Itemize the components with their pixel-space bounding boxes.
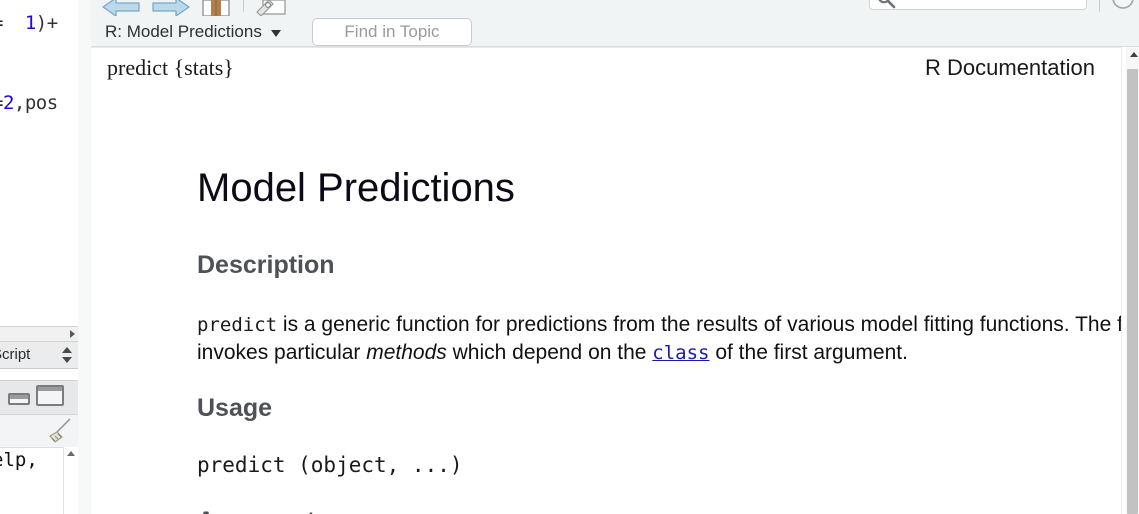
section-heading-description: Description bbox=[197, 251, 335, 279]
back-arrow-icon[interactable] bbox=[99, 0, 143, 16]
help-pane: R: Model Predictions Find in Topic predi… bbox=[91, 0, 1139, 514]
inline-code-predict: predict bbox=[197, 314, 278, 336]
topic-dropdown-label: R: Model Predictions bbox=[105, 22, 262, 41]
class-link[interactable]: class bbox=[652, 342, 709, 364]
code-line[interactable]: ) bbox=[0, 142, 3, 164]
description-text-3: of the first argument. bbox=[709, 341, 908, 364]
forward-arrow-icon[interactable] bbox=[149, 0, 193, 16]
help-toolbar bbox=[91, 0, 1139, 19]
pane-divider[interactable] bbox=[78, 0, 91, 514]
console-vertical-scrollbar[interactable] bbox=[63, 447, 78, 514]
editor-horizontal-scrollbar[interactable] bbox=[0, 326, 78, 342]
stepper-icon[interactable] bbox=[62, 346, 72, 364]
help-document-content: predict {stats} R Documentation Model Pr… bbox=[91, 48, 1139, 514]
help-circle-icon[interactable] bbox=[1111, 0, 1135, 10]
scrollbar-thumb[interactable] bbox=[1127, 69, 1138, 514]
minimize-pane-icon[interactable] bbox=[8, 393, 30, 405]
search-icon bbox=[878, 0, 896, 9]
doc-header-source: R Documentation bbox=[925, 55, 1095, 80]
code-text: = bbox=[0, 12, 25, 34]
usage-code-block: predict (object, ...) bbox=[197, 453, 463, 477]
code-punct: ,pos bbox=[13, 92, 58, 114]
scroll-up-arrow-icon[interactable] bbox=[1130, 52, 1138, 57]
up-arrow-icon[interactable] bbox=[67, 451, 75, 456]
code-number: 2 bbox=[2, 92, 14, 114]
search-box[interactable] bbox=[869, 0, 1087, 10]
help-vertical-scrollbar[interactable] bbox=[1121, 47, 1139, 514]
code-line[interactable]: =2,pos bbox=[0, 92, 58, 114]
code-number: 1 bbox=[24, 12, 36, 34]
home-book-icon[interactable] bbox=[199, 0, 233, 16]
find-in-topic-input[interactable]: Find in Topic bbox=[312, 18, 472, 46]
help-document-area[interactable]: predict {stats} R Documentation Model Pr… bbox=[91, 47, 1139, 514]
description-paragraph: predict is a generic function for predic… bbox=[197, 311, 1139, 367]
section-heading-usage: Usage bbox=[197, 394, 273, 422]
topic-dropdown[interactable]: R: Model Predictions bbox=[105, 21, 281, 43]
description-text-2: which depend on the bbox=[446, 341, 653, 364]
left-panes-column: = 1)+ =2,pos ) Script bbox=[0, 0, 91, 514]
rstudio-window: = 1)+ =2,pos ) Script bbox=[0, 0, 1139, 514]
code-line[interactable]: = 1)+ bbox=[0, 12, 58, 34]
help-sub-toolbar: R: Model Predictions Find in Topic bbox=[91, 18, 1139, 47]
section-heading-arguments: Arguments bbox=[197, 507, 329, 514]
toolbar-separator bbox=[243, 0, 244, 12]
toolbar-separator-2 bbox=[1099, 0, 1100, 12]
editor-status-bar: Script bbox=[0, 341, 78, 369]
editor-file-type-label[interactable]: Script bbox=[0, 346, 30, 363]
console-output-text: elp, bbox=[0, 449, 38, 471]
right-arrow-icon[interactable] bbox=[70, 330, 75, 338]
doc-header: predict {stats} R Documentation bbox=[107, 55, 1109, 81]
code-punct: )+ bbox=[35, 12, 58, 34]
description-italic-methods: methods bbox=[366, 341, 447, 364]
maximize-pane-icon[interactable] bbox=[36, 385, 64, 406]
find-in-topic-placeholder: Find in Topic bbox=[344, 22, 440, 41]
console-sub-toolbar bbox=[0, 415, 78, 448]
console-pane[interactable]: elp, bbox=[0, 380, 78, 514]
console-pane-toolbar bbox=[0, 381, 78, 415]
broom-icon[interactable] bbox=[44, 417, 74, 445]
print-icon[interactable] bbox=[253, 0, 289, 16]
page-title: Model Predictions bbox=[197, 166, 515, 210]
code-punct: ) bbox=[0, 142, 3, 164]
chevron-down-icon bbox=[270, 30, 281, 37]
doc-header-topic: predict {stats} bbox=[107, 55, 234, 80]
source-editor-pane[interactable]: = 1)+ =2,pos ) bbox=[0, 0, 78, 326]
